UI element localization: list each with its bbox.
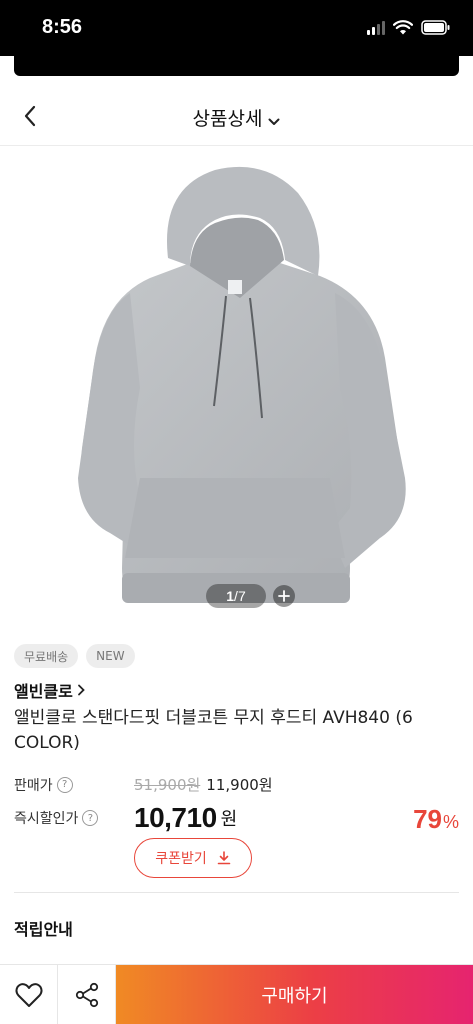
sale-price-row: 판매가 ? 51,900원 11,900원 [14,774,273,795]
brand-name: 앨빈클로 [14,682,73,701]
badge-list: 무료배송 NEW [14,644,135,668]
heart-icon [14,983,43,1007]
points-info-title: 적립안내 [14,920,73,939]
coupon-button[interactable]: 쿠폰받기 [134,838,252,878]
instant-price-row: 즉시할인가 ? 10,710 원 [14,802,237,834]
buy-label: 구매하기 [261,986,328,1007]
instant-discount-label: 즉시할인가 ? [14,808,134,828]
product-image[interactable] [0,148,473,616]
sale-price: 11,900원 [206,776,273,794]
page-title: 상품상세 [192,108,263,130]
bottom-action-bar: 구매하기 [0,964,473,1024]
share-icon [75,982,98,1008]
coupon-label: 쿠폰받기 [155,851,207,867]
download-icon [217,851,231,865]
status-icons [367,20,451,35]
page-title-dropdown[interactable]: 상품상세 [0,104,473,131]
chevron-right-icon [77,684,85,696]
chevron-down-icon [268,109,280,131]
section-divider [14,892,459,893]
final-price: 10,710 [134,802,217,833]
buy-button[interactable]: 구매하기 [116,965,473,1024]
image-counter: 1/7 [206,584,266,608]
status-bar: 8:56 [0,0,473,56]
badge-new: NEW [86,644,135,668]
top-banner-strip [14,56,459,76]
status-time: 8:56 [42,16,83,38]
brand-link[interactable]: 앨빈클로 [14,678,85,702]
badge-free-shipping: 무료배송 [14,644,79,668]
discount-rate: 79% [413,804,459,834]
final-price-unit: 원 [220,809,238,830]
signal-icon [367,20,385,35]
question-icon[interactable]: ? [56,776,73,793]
wishlist-button[interactable] [0,965,58,1024]
zoom-button[interactable] [273,585,295,607]
sale-price-label: 판매가 ? [14,775,134,795]
plus-icon [278,590,290,602]
page-header: 상품상세 [0,86,473,146]
wifi-icon [393,20,413,35]
share-button[interactable] [58,965,116,1024]
original-price: 51,900원 [134,776,201,794]
product-name: 앨빈클로 스탠다드핏 더블코튼 무지 후드티 AVH840 (6 COLOR) [14,708,413,753]
battery-icon [421,20,451,35]
question-icon[interactable]: ? [82,810,99,826]
